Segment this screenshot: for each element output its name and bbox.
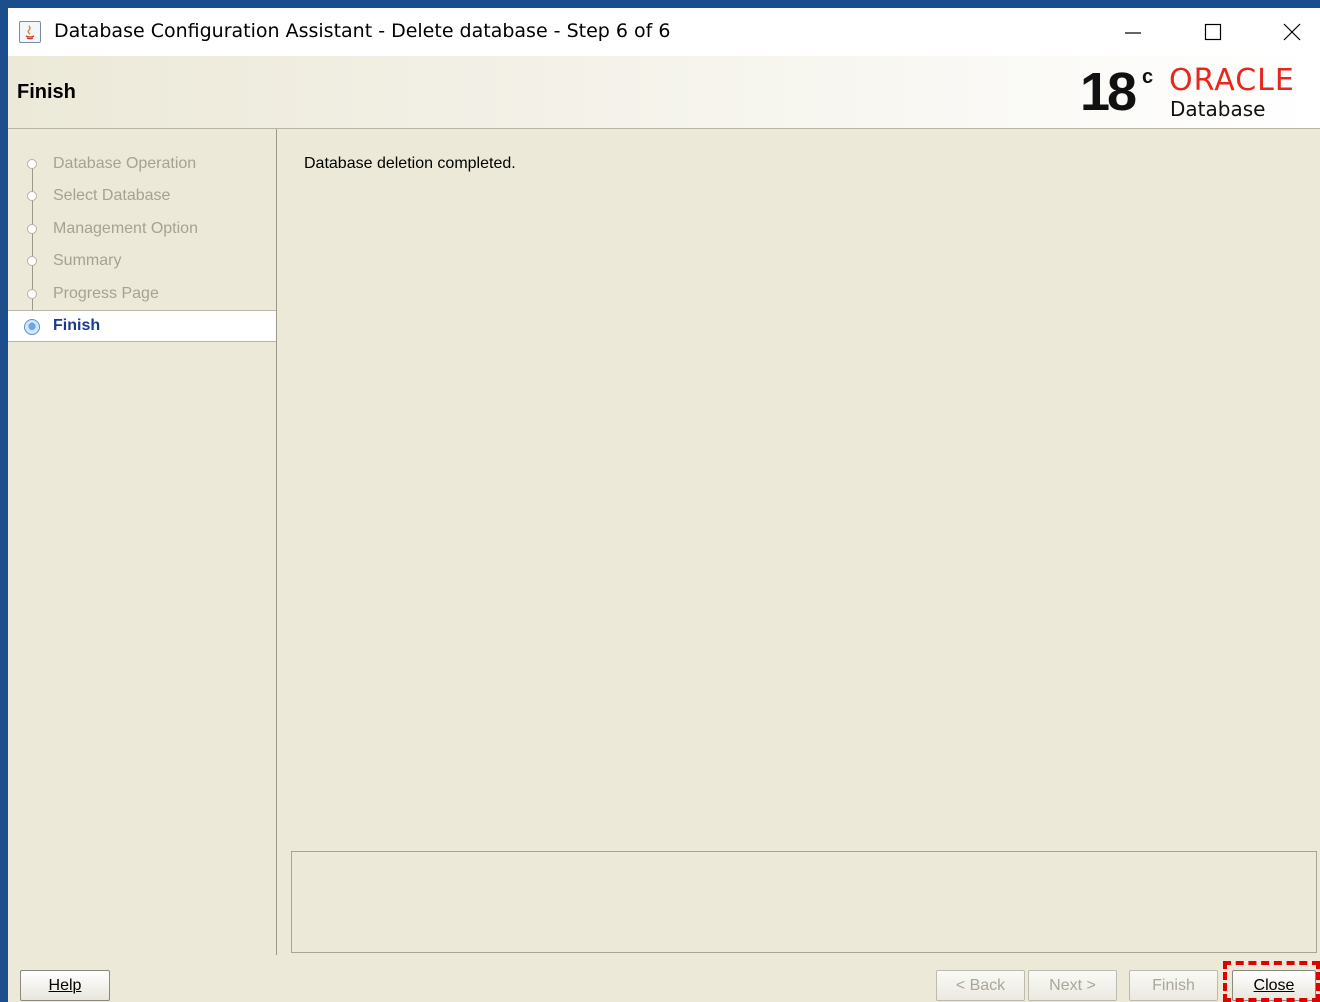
step-finish: Finish <box>8 310 276 342</box>
finish-button[interactable]: Finish <box>1129 970 1218 1001</box>
step-label: Progress Page <box>53 285 159 302</box>
window-title: Database Configuration Assistant - Delet… <box>54 20 671 42</box>
current-step-icon <box>24 319 40 335</box>
step-label: Summary <box>53 252 122 269</box>
back-button[interactable]: < Back <box>936 970 1025 1001</box>
window-close-button[interactable] <box>1252 8 1320 56</box>
close-icon <box>1283 23 1301 41</box>
next-button-label: Next > <box>1049 976 1096 994</box>
next-button[interactable]: Next > <box>1028 970 1117 1001</box>
help-button[interactable]: Help <box>20 970 110 1001</box>
java-app-icon <box>19 21 41 43</box>
step-done-icon <box>27 256 37 266</box>
step-progress-page: Progress Page <box>8 278 276 310</box>
maximize-icon <box>1204 23 1222 41</box>
dbca-window: Database Configuration Assistant - Delet… <box>8 8 1320 1002</box>
step-database-operation: Database Operation <box>8 148 276 180</box>
logo-product: Database <box>1170 97 1266 121</box>
step-done-icon <box>27 159 37 169</box>
content-panel: Database deletion completed. <box>277 129 1320 955</box>
status-message: Database deletion completed. <box>304 155 516 172</box>
step-label: Database Operation <box>53 155 197 172</box>
step-management-option: Management Option <box>8 213 276 245</box>
step-label: Management Option <box>53 220 198 237</box>
step-select-database: Select Database <box>8 180 276 212</box>
logo-superscript: c <box>1142 66 1154 88</box>
step-done-icon <box>27 191 37 201</box>
step-done-icon <box>27 224 37 234</box>
finish-button-label: Finish <box>1152 976 1195 994</box>
steps-navigation: Database Operation Select Database Manag… <box>8 129 277 955</box>
step-summary: Summary <box>8 245 276 277</box>
details-area <box>291 851 1317 953</box>
step-header: Finish 18 c ORACLE Database <box>8 56 1320 129</box>
minimize-icon <box>1125 32 1141 34</box>
back-button-label: < Back <box>955 976 1006 994</box>
title-bar: Database Configuration Assistant - Delet… <box>8 8 1320 56</box>
page-title: Finish <box>17 81 76 103</box>
step-label: Finish <box>53 317 101 334</box>
step-done-icon <box>27 289 37 299</box>
help-button-label: Help <box>48 976 82 994</box>
maximize-button[interactable] <box>1173 8 1253 56</box>
logo-version: 18 <box>1080 62 1137 122</box>
logo-brand: ORACLE <box>1169 63 1295 98</box>
step-label: Select Database <box>53 187 171 204</box>
minimize-button[interactable] <box>1093 8 1173 56</box>
close-highlight-box <box>1223 961 1320 1002</box>
